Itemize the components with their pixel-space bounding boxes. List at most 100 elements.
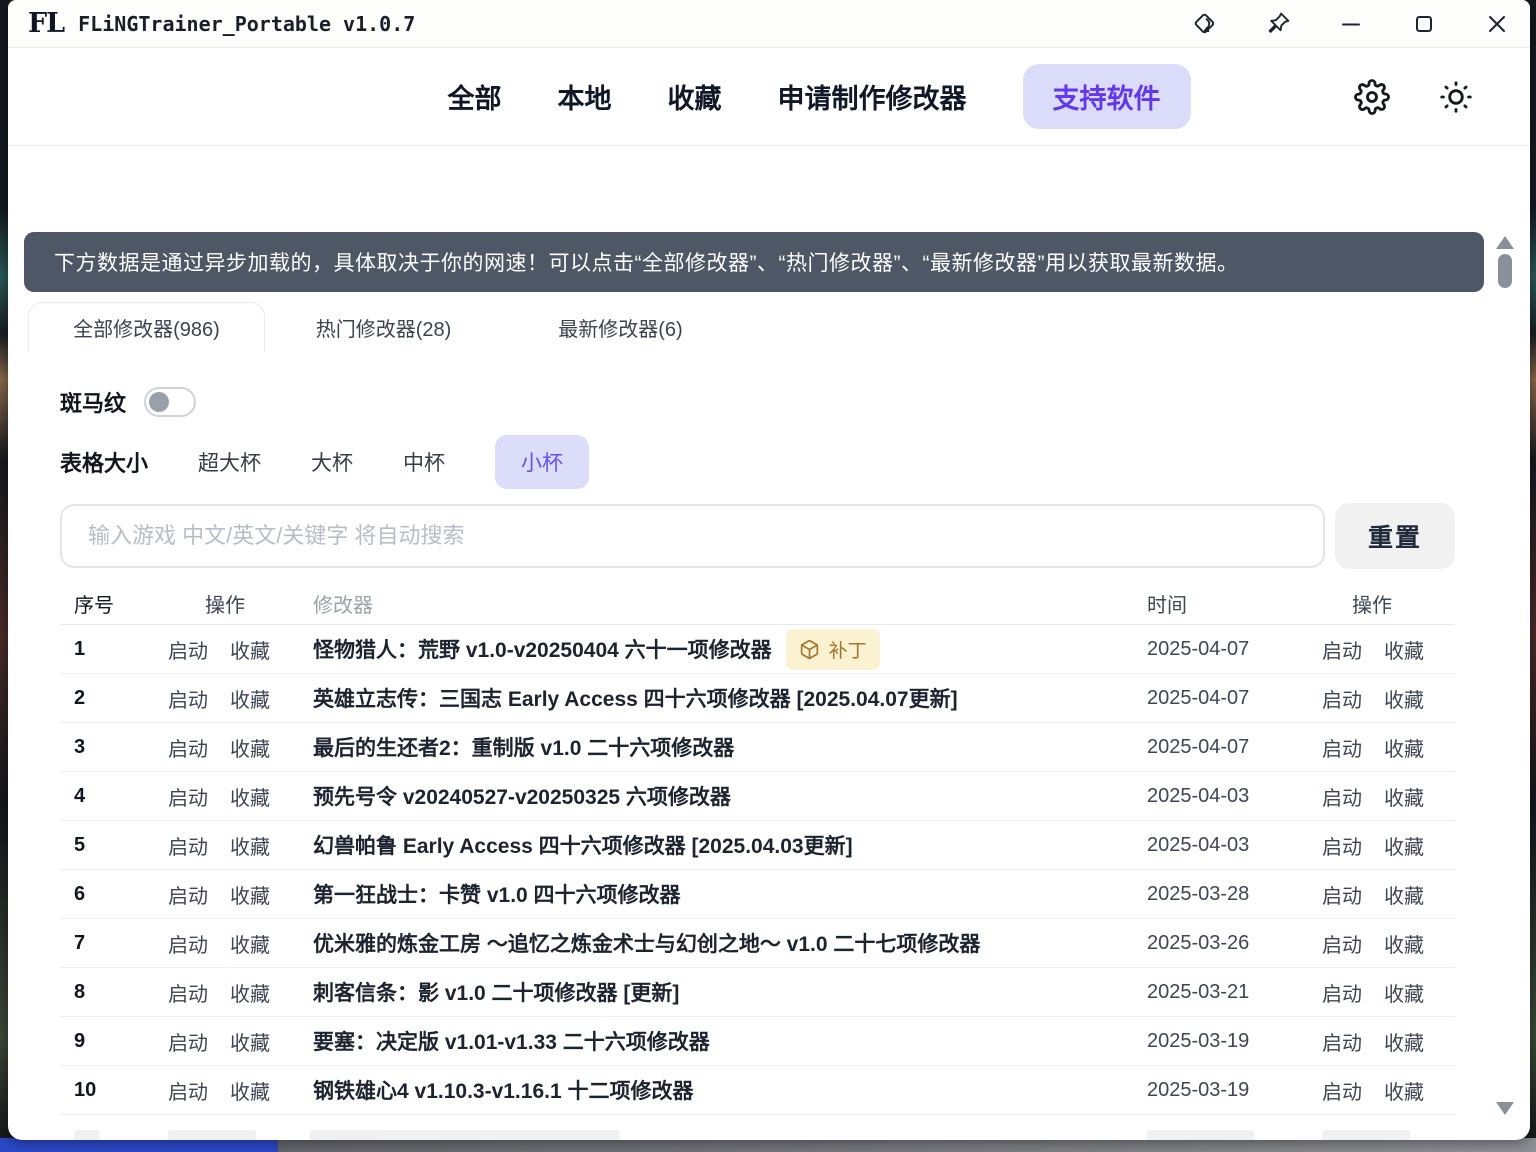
maximize-button[interactable] <box>1411 11 1437 37</box>
header-time: 时间 <box>1140 589 1310 618</box>
trainer-name: 怪物猎人：荒野 v1.0-v20250404 六十一项修改器 <box>313 634 772 664</box>
launch-link[interactable]: 启动 <box>168 733 208 762</box>
header-index: 序号 <box>60 589 150 618</box>
favorite-link-right[interactable]: 收藏 <box>1384 635 1424 664</box>
favorite-link-right[interactable]: 收藏 <box>1384 1076 1424 1105</box>
favorite-link-right[interactable]: 收藏 <box>1384 782 1424 811</box>
favorite-link[interactable]: 收藏 <box>230 782 270 811</box>
zebra-toggle[interactable] <box>144 387 196 417</box>
table-row: 2 启动 收藏 英雄立志传：三国志 Early Access 四十六项修改器 [… <box>60 674 1455 723</box>
settings-gear-icon[interactable] <box>1354 79 1390 115</box>
favorite-link[interactable]: 收藏 <box>230 880 270 909</box>
favorite-link[interactable]: 收藏 <box>230 684 270 713</box>
size-option-small[interactable]: 小杯 <box>495 435 589 489</box>
favorite-link[interactable]: 收藏 <box>230 635 270 664</box>
row-index: 5 <box>60 834 150 857</box>
launch-link-right[interactable]: 启动 <box>1322 880 1362 909</box>
search-input[interactable] <box>60 504 1325 568</box>
nav-bar: 全部 本地 收藏 申请制作修改器 支持软件 <box>8 48 1530 146</box>
size-option-medium[interactable]: 中杯 <box>403 447 445 477</box>
table-row-partial <box>60 1115 1455 1140</box>
favorite-link-right[interactable]: 收藏 <box>1384 1027 1424 1056</box>
favorite-link-right[interactable]: 收藏 <box>1384 684 1424 713</box>
launch-link[interactable]: 启动 <box>168 1027 208 1056</box>
app-logo: FL <box>28 8 64 39</box>
trainer-table: 序号 操作 修改器 时间 操作 1 启动 收藏 怪物猎人：荒野 v1.0-v20… <box>60 583 1455 1140</box>
tab-hot-trainers[interactable]: 热门修改器(28) <box>265 302 502 352</box>
launch-link[interactable]: 启动 <box>168 929 208 958</box>
favorite-link-right[interactable]: 收藏 <box>1384 880 1424 909</box>
row-date: 2025-04-07 <box>1140 687 1310 710</box>
launch-link-right[interactable]: 启动 <box>1322 635 1362 664</box>
reset-window-icon[interactable] <box>1192 11 1218 37</box>
trainer-name: 最后的生还者2：重制版 v1.0 二十六项修改器 <box>313 732 734 762</box>
favorite-link[interactable]: 收藏 <box>230 929 270 958</box>
row-index: 1 <box>60 638 150 661</box>
launch-link[interactable]: 启动 <box>168 782 208 811</box>
app-window: FL FLiNGTrainer_Portable v1.0.7 <box>8 0 1530 1140</box>
patch-badge: 补丁 <box>786 629 880 670</box>
row-date: 2025-03-21 <box>1140 981 1310 1004</box>
row-index: 3 <box>60 736 150 759</box>
size-option-large[interactable]: 大杯 <box>311 447 353 477</box>
favorite-link[interactable]: 收藏 <box>230 831 270 860</box>
launch-link-right[interactable]: 启动 <box>1322 1076 1362 1105</box>
nav-item-all[interactable]: 全部 <box>448 77 502 116</box>
launch-link-right[interactable]: 启动 <box>1322 831 1362 860</box>
reset-button[interactable]: 重置 <box>1335 503 1455 569</box>
launch-link[interactable]: 启动 <box>168 684 208 713</box>
taskbar-strip <box>0 1138 278 1152</box>
trainer-tabs: 全部修改器(986) 热门修改器(28) 最新修改器(6) <box>28 302 739 352</box>
launch-link[interactable]: 启动 <box>168 831 208 860</box>
nav-item-favorites[interactable]: 收藏 <box>668 77 722 116</box>
favorite-link-right[interactable]: 收藏 <box>1384 929 1424 958</box>
theme-sun-icon[interactable] <box>1438 79 1474 115</box>
launch-link[interactable]: 启动 <box>168 635 208 664</box>
trainer-name: 钢铁雄心4 v1.10.3-v1.16.1 十二项修改器 <box>313 1075 693 1105</box>
async-notice-banner: 下方数据是通过异步加载的，具体取决于你的网速！可以点击“全部修改器”、“热门修改… <box>24 232 1484 292</box>
favorite-link-right[interactable]: 收藏 <box>1384 831 1424 860</box>
row-date: 2025-03-26 <box>1140 932 1310 955</box>
favorite-link-right[interactable]: 收藏 <box>1384 978 1424 1007</box>
row-date: 2025-04-07 <box>1140 736 1310 759</box>
row-date: 2025-03-19 <box>1140 1030 1310 1053</box>
row-date: 2025-04-03 <box>1140 785 1310 808</box>
scrollbar-up-arrow[interactable] <box>1496 236 1514 249</box>
launch-link-right[interactable]: 启动 <box>1322 782 1362 811</box>
table-row: 3 启动 收藏 最后的生还者2：重制版 v1.0 二十六项修改器 2025-04… <box>60 723 1455 772</box>
launch-link-right[interactable]: 启动 <box>1322 1027 1362 1056</box>
tab-all-trainers[interactable]: 全部修改器(986) <box>28 302 265 352</box>
scrollbar-thumb[interactable] <box>1498 254 1512 288</box>
launch-link[interactable]: 启动 <box>168 978 208 1007</box>
table-size-row: 表格大小 超大杯 大杯 中杯 小杯 <box>60 436 589 488</box>
favorite-link[interactable]: 收藏 <box>230 1027 270 1056</box>
favorite-link-right[interactable]: 收藏 <box>1384 733 1424 762</box>
table-row: 9 启动 收藏 要塞：决定版 v1.01-v1.33 二十六项修改器 2025-… <box>60 1017 1455 1066</box>
row-date: 2025-04-03 <box>1140 834 1310 857</box>
close-button[interactable] <box>1484 11 1510 37</box>
launch-link-right[interactable]: 启动 <box>1322 929 1362 958</box>
favorite-link[interactable]: 收藏 <box>230 978 270 1007</box>
row-index: 7 <box>60 932 150 955</box>
launch-link[interactable]: 启动 <box>168 1076 208 1105</box>
trainer-name: 要塞：决定版 v1.01-v1.33 二十六项修改器 <box>313 1026 710 1056</box>
trainer-name: 刺客信条：影 v1.0 二十项修改器 [更新] <box>313 977 679 1007</box>
nav-item-local[interactable]: 本地 <box>558 77 612 116</box>
tab-new-trainers[interactable]: 最新修改器(6) <box>502 302 739 352</box>
size-option-xl[interactable]: 超大杯 <box>198 447 261 477</box>
minimize-button[interactable] <box>1338 11 1364 37</box>
table-row: 8 启动 收藏 刺客信条：影 v1.0 二十项修改器 [更新] 2025-03-… <box>60 968 1455 1017</box>
launch-link[interactable]: 启动 <box>168 880 208 909</box>
table-row: 5 启动 收藏 幻兽帕鲁 Early Access 四十六项修改器 [2025.… <box>60 821 1455 870</box>
header-actions-left: 操作 <box>150 589 310 618</box>
launch-link-right[interactable]: 启动 <box>1322 978 1362 1007</box>
scrollbar-down-arrow[interactable] <box>1496 1102 1514 1115</box>
launch-link-right[interactable]: 启动 <box>1322 733 1362 762</box>
app-title: FLiNGTrainer_Portable v1.0.7 <box>78 12 415 36</box>
favorite-link[interactable]: 收藏 <box>230 1076 270 1105</box>
nav-item-support-software[interactable]: 支持软件 <box>1023 64 1191 129</box>
launch-link-right[interactable]: 启动 <box>1322 684 1362 713</box>
nav-item-request-trainer[interactable]: 申请制作修改器 <box>778 77 967 116</box>
favorite-link[interactable]: 收藏 <box>230 733 270 762</box>
pin-icon[interactable] <box>1265 11 1291 37</box>
